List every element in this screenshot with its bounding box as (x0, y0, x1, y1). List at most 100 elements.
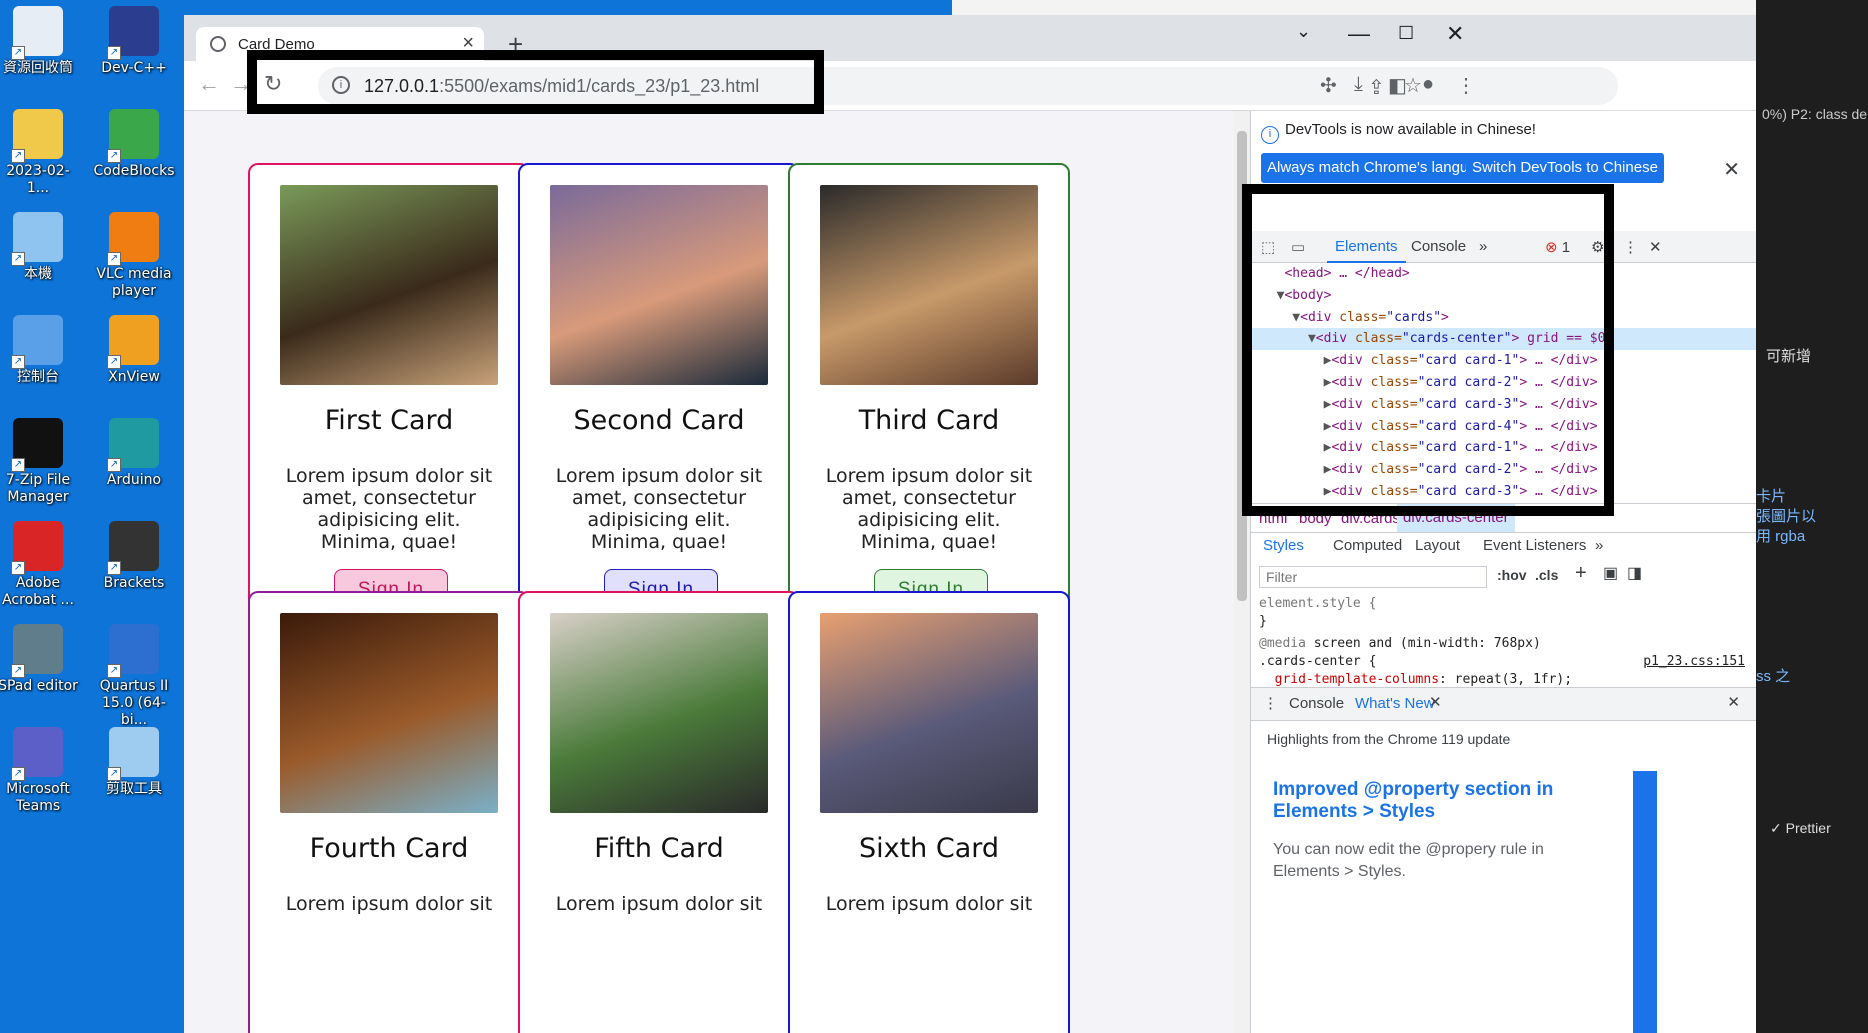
match-language-button[interactable]: Always match Chrome's language (1261, 153, 1500, 183)
styles-tab[interactable]: Layout (1415, 537, 1460, 554)
shortcut-arrow-icon: ↗ (107, 355, 121, 369)
card-text: Lorem ipsum dolor sit amet, consectetur … (285, 465, 493, 553)
desktop-icon-label: 7-Zip File Manager (5, 472, 71, 505)
app-icon: ↗ (11, 315, 63, 369)
shortcut-arrow-icon: ↗ (11, 252, 25, 266)
drawer-tab-whats-new[interactable]: What's New (1355, 695, 1435, 712)
app-icon: ↗ (107, 418, 159, 472)
whats-new-header: Highlights from the Chrome 119 update (1267, 731, 1511, 747)
desktop-icon[interactable]: ↗ 控制台 (0, 315, 80, 386)
card-text: Lorem ipsum dolor sit (285, 893, 493, 915)
app-icon: ↗ (107, 521, 159, 575)
styles-filter-input[interactable]: Filter (1259, 566, 1487, 588)
desktop-icon[interactable]: ↗ Brackets (92, 521, 176, 592)
side-panel-icon[interactable]: ◧ (1388, 73, 1407, 98)
sidebar-toggle-icon[interactable]: ◨ (1627, 563, 1642, 583)
browser-window: Card Demo × + ⌄ — ☐ ✕ ← → ↻ i 127.0.0.1:… (184, 15, 1756, 1033)
styles-tab[interactable]: Event Listeners (1483, 537, 1586, 554)
desktop-icon-label: CodeBlocks (93, 163, 175, 179)
desktop-icon-label: 本機 (24, 266, 52, 282)
close-whats-new-icon[interactable]: ✕ (1429, 693, 1442, 711)
desktop-icon[interactable]: ↗ CodeBlocks (92, 109, 176, 180)
desktop-icon[interactable]: ↗ Adobe Acrobat ... (0, 521, 80, 609)
styles-tab[interactable]: » (1595, 537, 1603, 554)
desktop-icon[interactable]: ↗ SPad editor (0, 624, 80, 695)
editor-text: 卡片 (1756, 488, 1787, 505)
shortcut-arrow-icon: ↗ (107, 149, 121, 163)
shortcut-arrow-icon: ↗ (107, 664, 121, 678)
card-text: Lorem ipsum dolor sit amet, consectetur … (555, 465, 763, 553)
desktop-icon[interactable]: ↗ 2023-02-1... (0, 109, 80, 197)
close-devtools-icon[interactable]: ✕ (1649, 238, 1662, 256)
desktop-icon[interactable]: ↗ Quartus II 15.0 (64-bi... (92, 624, 176, 729)
app-icon: ↗ (11, 727, 63, 781)
desktop-icon-label: 2023-02-1... (6, 163, 70, 196)
back-button[interactable]: ← (198, 71, 220, 97)
app-icon: ↗ (107, 212, 159, 266)
app-icon: ↗ (11, 521, 63, 575)
editor-text: ss 之 (1756, 668, 1791, 685)
shortcut-arrow-icon: ↗ (11, 46, 25, 60)
app-icon: ↗ (11, 6, 63, 60)
prettier-status[interactable]: ✓ Prettier (1770, 820, 1831, 837)
card-image (280, 613, 498, 813)
desktop-icon[interactable]: ↗ 剪取工具 (92, 727, 176, 798)
cls-toggle[interactable]: .cls (1535, 567, 1558, 583)
close-drawer-icon[interactable]: ✕ (1727, 693, 1740, 711)
styles-tab[interactable]: Styles (1263, 537, 1304, 554)
extensions-icon[interactable]: ✣ (1320, 73, 1337, 98)
whats-new-item-title[interactable]: Improved @property section in Elements >… (1273, 779, 1613, 823)
desktop-icon[interactable]: ↗ 本機 (0, 212, 80, 283)
switch-chinese-button[interactable]: Switch DevTools to Chinese (1466, 153, 1664, 183)
maximize-button[interactable]: ☐ (1398, 23, 1414, 44)
desktop-icon-label: 剪取工具 (106, 781, 162, 797)
card-text: Lorem ipsum dolor sit amet, consectetur … (825, 465, 1033, 553)
drawer-menu-icon[interactable]: ⋮ (1263, 694, 1278, 712)
css-line: @media screen and (min-width: 768px) (1259, 636, 1541, 651)
desktop-icon-label: Arduino (106, 472, 162, 488)
app-icon: ↗ (107, 315, 159, 369)
card-image (820, 613, 1038, 813)
desktop-icon-label: Brackets (103, 575, 165, 591)
devtools-menu-icon[interactable]: ⋮ (1623, 238, 1638, 256)
shortcut-arrow-icon: ↗ (107, 46, 121, 60)
desktop-icon[interactable]: ↗ Arduino (92, 418, 176, 489)
profile-avatar-icon[interactable]: ● (1422, 73, 1434, 96)
css-source-link[interactable]: p1_23.css:151 (1643, 653, 1745, 671)
shortcut-arrow-icon: ↗ (107, 458, 121, 472)
paint-icon[interactable]: ▣ (1603, 563, 1618, 583)
close-notice-icon[interactable]: ✕ (1723, 157, 1740, 182)
desktop-icon-label: XnView (108, 369, 160, 385)
desktop-icon[interactable]: ↗ Dev-C++ (92, 6, 176, 77)
shortcut-arrow-icon: ↗ (11, 458, 25, 472)
styles-tab[interactable]: Computed (1333, 537, 1402, 554)
desktop-icon[interactable]: ↗ 7-Zip File Manager (0, 418, 80, 506)
card-title: First Card (324, 405, 454, 436)
desktop-icon[interactable]: ↗ Microsoft Teams (0, 727, 80, 815)
page-viewport: First Card Lorem ipsum dolor sit amet, co… (184, 111, 1234, 1033)
card-title: Third Card (858, 405, 1000, 436)
app-icon: ↗ (107, 624, 159, 678)
menu-icon[interactable]: ⋮ (1456, 73, 1476, 98)
tab-search-icon[interactable]: ⌄ (1296, 21, 1311, 42)
card-image (280, 185, 498, 385)
download-icon[interactable]: ⤓ (1354, 73, 1363, 96)
desktop-icon[interactable]: ↗ VLC media player (92, 212, 176, 300)
card-image (820, 185, 1038, 385)
shortcut-arrow-icon: ↗ (11, 664, 25, 678)
hov-toggle[interactable]: :hov (1497, 567, 1527, 583)
desktop-icon[interactable]: ↗ XnView (92, 315, 176, 386)
drawer-tab-console[interactable]: Console (1289, 695, 1344, 712)
shortcut-arrow-icon: ↗ (11, 767, 25, 781)
share-icon[interactable]: ⇪ (1368, 75, 1385, 100)
new-rule-button[interactable]: + (1575, 562, 1587, 585)
close-window-button[interactable]: ✕ (1446, 21, 1464, 47)
desktop-icon-label: Adobe Acrobat ... (2, 575, 74, 608)
css-line: element.style { (1259, 596, 1377, 611)
desktop-icon-label: 控制台 (17, 369, 59, 385)
shortcut-arrow-icon: ↗ (11, 561, 25, 575)
minimize-button[interactable]: — (1348, 21, 1370, 47)
app-icon: ↗ (11, 109, 63, 163)
desktop-icon[interactable]: ↗ 資源回收筒 (0, 6, 80, 77)
desktop-icon-label: Dev-C++ (101, 60, 167, 76)
